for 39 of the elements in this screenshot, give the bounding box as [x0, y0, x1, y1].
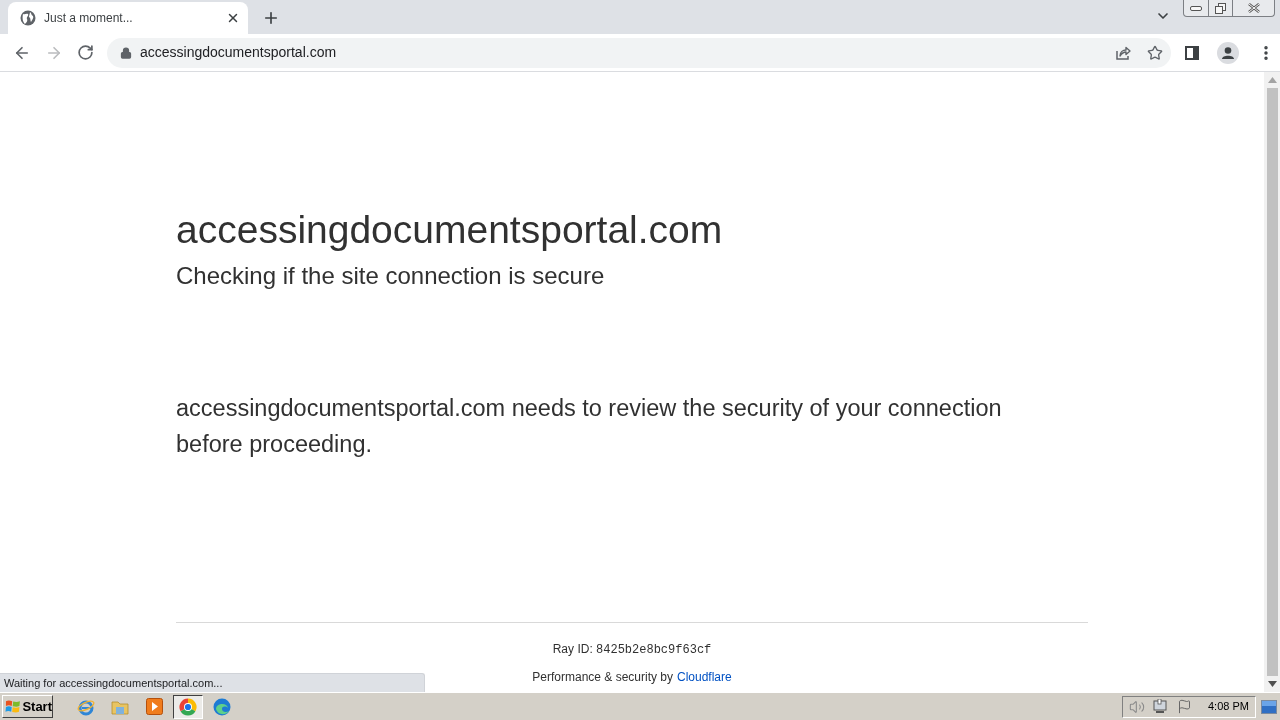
- minimize-button[interactable]: [1183, 0, 1209, 17]
- restore-icon: [1215, 2, 1226, 14]
- star-icon[interactable]: [1147, 44, 1163, 61]
- share-icon[interactable]: [1115, 44, 1131, 61]
- address-bar[interactable]: accessingdocumentsportal.com: [107, 37, 1171, 68]
- show-desktop-icon[interactable]: [1261, 699, 1277, 714]
- wave-logo-icon[interactable]: [213, 697, 231, 716]
- taskbar-button[interactable]: [173, 694, 203, 719]
- lock-icon: [120, 46, 132, 59]
- side-panel-icon[interactable]: [1185, 45, 1199, 60]
- browser-logo-icon[interactable]: [179, 697, 197, 716]
- play-icon[interactable]: [145, 698, 163, 715]
- globe-icon: [20, 10, 36, 26]
- new-tab-icon[interactable]: [262, 9, 280, 27]
- footer-text: Performance & security by: [532, 669, 673, 686]
- close-window-button[interactable]: [1233, 0, 1275, 17]
- minimize-icon: [1190, 5, 1202, 11]
- browser-tab[interactable]: Just a moment...: [8, 2, 248, 34]
- network-icon[interactable]: [1153, 698, 1169, 715]
- flag-icon[interactable]: [1177, 699, 1192, 714]
- scroll-down-icon[interactable]: [1267, 681, 1277, 687]
- close-icon[interactable]: [226, 11, 240, 25]
- ray-id-text: Ray ID: 8425b2e8bc9f63cf: [552, 641, 712, 659]
- restore-button[interactable]: [1209, 0, 1233, 17]
- tab-title: Just a moment...: [44, 10, 134, 27]
- flag-logo-icon: [5, 699, 21, 714]
- reload-icon[interactable]: [77, 44, 94, 61]
- scrollbar-thumb[interactable]: [1266, 88, 1278, 676]
- close-icon: [1247, 3, 1260, 13]
- cloudflare-link[interactable]: Cloudflare: [677, 668, 732, 686]
- status-bubble: Waiting for accessingdocumentsportal.com...: [0, 673, 425, 692]
- clock[interactable]: 4:08 PM: [1208, 698, 1249, 715]
- profile-avatar-icon[interactable]: [1217, 41, 1239, 64]
- start-button[interactable]: Start: [2, 695, 53, 718]
- security-message: accessingdocumentsportal.com needs to review the security of your connection before proceeding.: [176, 394, 1003, 459]
- page-heading: accessingdocumentsportal.com: [176, 207, 724, 253]
- url-text: accessingdocumentsportal.com: [140, 43, 337, 62]
- page-subheading: Checking if the site connection is secure: [176, 261, 606, 291]
- scrollbar[interactable]: [1264, 72, 1280, 692]
